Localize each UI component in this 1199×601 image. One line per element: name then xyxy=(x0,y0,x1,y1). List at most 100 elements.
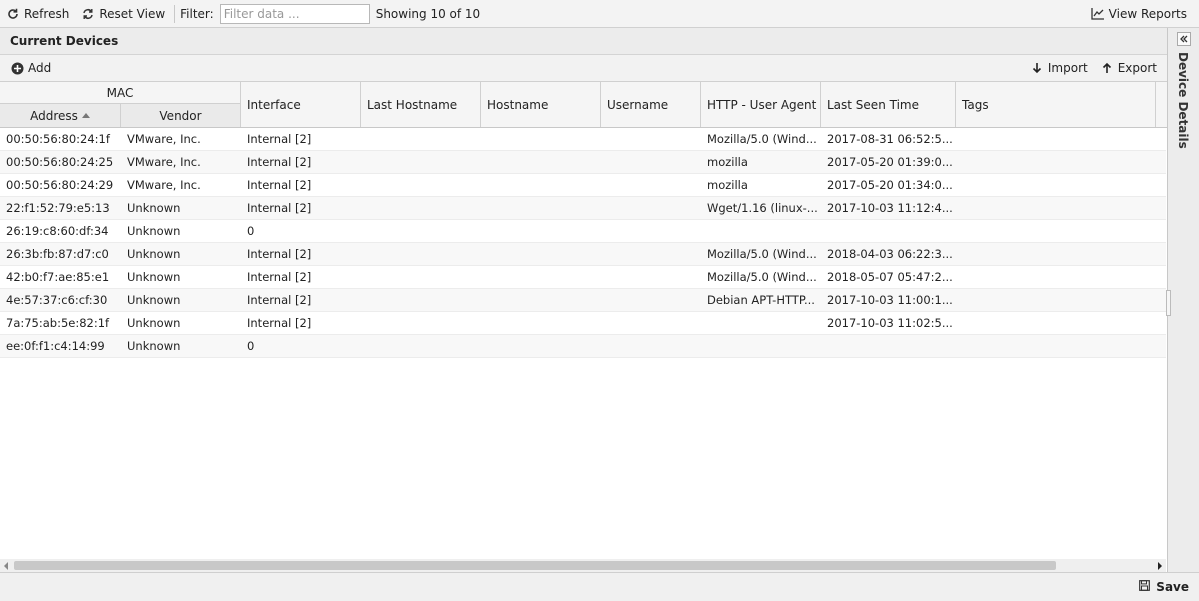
device-details-panel[interactable]: Device Details xyxy=(1166,28,1199,572)
scroll-right-icon[interactable] xyxy=(1158,562,1162,570)
current-devices-panel: Current Devices Add Import Export MAC Ad… xyxy=(0,28,1168,572)
cell-username xyxy=(601,220,701,242)
column-header-last-hostname[interactable]: Last Hostname xyxy=(361,82,481,127)
column-header-username[interactable]: Username xyxy=(601,82,701,127)
table-row[interactable]: 4e:57:37:c6:cf:30 Unknown Internal [2] Debi… xyxy=(0,289,1166,312)
cell-tags xyxy=(956,151,1156,173)
cell-user-agent: Wget/1.16 (linux-... xyxy=(707,201,818,215)
cell-last-seen: 2017-10-03 11:02:5... xyxy=(827,316,953,330)
cell-user-agent: Mozilla/5.0 (Wind... xyxy=(707,270,817,284)
table-row[interactable]: 00:50:56:80:24:1f VMware, Inc. Internal [2… xyxy=(0,128,1166,151)
cell-user-agent: Mozilla/5.0 (Wind... xyxy=(707,247,817,261)
cell-last-seen: 2017-08-31 06:52:5... xyxy=(827,132,953,146)
cell-last-hostname xyxy=(361,197,481,219)
cell-address: 00:50:56:80:24:25 xyxy=(6,155,114,169)
cell-interface: Internal [2] xyxy=(247,247,312,261)
cell-hostname xyxy=(481,174,601,196)
table-row[interactable]: 42:b0:f7:ae:85:e1 Unknown Internal [2] Mozi… xyxy=(0,266,1166,289)
cell-vendor: VMware, Inc. xyxy=(127,155,201,169)
cell-tags xyxy=(956,128,1156,150)
column-header-hostname[interactable]: Hostname xyxy=(481,82,601,127)
cell-interface: Internal [2] xyxy=(247,178,312,192)
add-button[interactable]: Add xyxy=(4,58,57,78)
cell-address: 26:3b:fb:87:d7:c0 xyxy=(6,247,109,261)
double-chevron-left-icon[interactable] xyxy=(1177,32,1191,46)
horizontal-scrollbar[interactable] xyxy=(0,559,1166,572)
cell-address: 00:50:56:80:24:1f xyxy=(6,132,110,146)
cell-hostname xyxy=(481,312,601,334)
cell-vendor: VMware, Inc. xyxy=(127,178,201,192)
panel-resize-handle[interactable] xyxy=(1166,290,1171,316)
cell-username xyxy=(601,128,701,150)
cell-last-hostname xyxy=(361,312,481,334)
cell-interface: Internal [2] xyxy=(247,270,312,284)
scroll-left-icon[interactable] xyxy=(4,562,8,570)
cell-user-agent xyxy=(701,220,821,242)
table-row[interactable]: 00:50:56:80:24:29 VMware, Inc. Internal [2… xyxy=(0,174,1166,197)
view-reports-button[interactable]: View Reports xyxy=(1085,3,1193,25)
table-row[interactable]: 7a:75:ab:5e:82:1f Unknown Internal [2] 2017… xyxy=(0,312,1166,335)
cell-user-agent: Debian APT-HTTP... xyxy=(707,293,815,307)
reset-view-icon xyxy=(81,7,95,21)
table-row[interactable]: 26:19:c8:60:df:34 Unknown 0 xyxy=(0,220,1166,243)
cell-vendor: Unknown xyxy=(127,339,181,353)
column-header-address[interactable]: Address xyxy=(0,104,121,127)
cell-hostname xyxy=(481,243,601,265)
table-row[interactable]: ee:0f:f1:c4:14:99 Unknown 0 xyxy=(0,335,1166,358)
grid-body: 00:50:56:80:24:1f VMware, Inc. Internal [2… xyxy=(0,128,1167,558)
column-header-user-agent[interactable]: HTTP - User Agent xyxy=(701,82,821,127)
cell-user-agent: Mozilla/5.0 (Wind... xyxy=(707,132,817,146)
cell-interface: Internal [2] xyxy=(247,132,312,146)
cell-address: 22:f1:52:79:e5:13 xyxy=(6,201,110,215)
toolbar-separator xyxy=(174,4,176,23)
filter-input[interactable] xyxy=(219,3,370,24)
cell-last-hostname xyxy=(361,335,481,357)
cell-address: 26:19:c8:60:df:34 xyxy=(6,224,109,238)
cell-hostname xyxy=(481,197,601,219)
scrollbar-thumb[interactable] xyxy=(14,561,1056,570)
add-label: Add xyxy=(28,61,52,75)
arrow-up-icon xyxy=(1100,61,1114,75)
cell-address: 7a:75:ab:5e:82:1f xyxy=(6,316,110,330)
column-header-interface[interactable]: Interface xyxy=(241,82,361,127)
refresh-icon xyxy=(6,7,20,21)
import-button[interactable]: Import xyxy=(1024,58,1094,78)
column-header-tags[interactable]: Tags xyxy=(956,82,1156,127)
cell-hostname xyxy=(481,128,601,150)
cell-tags xyxy=(956,312,1156,334)
chart-line-icon xyxy=(1091,7,1105,21)
cell-interface: Internal [2] xyxy=(247,155,312,169)
cell-last-seen: 2018-05-07 05:47:2... xyxy=(827,270,953,284)
table-row[interactable]: 22:f1:52:79:e5:13 Unknown Internal [2] Wget… xyxy=(0,197,1166,220)
cell-user-agent: mozilla xyxy=(707,178,748,192)
reset-view-button[interactable]: Reset View xyxy=(75,3,171,25)
cell-user-agent xyxy=(701,335,821,357)
table-row[interactable]: 26:3b:fb:87:d7:c0 Unknown Internal [2] Mozi… xyxy=(0,243,1166,266)
export-label: Export xyxy=(1117,61,1157,75)
panel-title: Current Devices xyxy=(0,28,1167,55)
table-row[interactable]: 00:50:56:80:24:25 VMware, Inc. Internal [2… xyxy=(0,151,1166,174)
grid-toolbar: Add Import Export xyxy=(0,55,1167,82)
cell-interface: Internal [2] xyxy=(247,293,312,307)
showing-count: Showing 10 of 10 xyxy=(375,6,481,21)
cell-username xyxy=(601,335,701,357)
column-header-last-seen[interactable]: Last Seen Time xyxy=(821,82,956,127)
arrow-down-icon xyxy=(1030,61,1044,75)
column-header-vendor[interactable]: Vendor xyxy=(121,104,241,127)
cell-last-seen: 2017-05-20 01:39:0... xyxy=(827,155,953,169)
cell-tags xyxy=(956,220,1156,242)
export-button[interactable]: Export xyxy=(1094,58,1163,78)
cell-address: 4e:57:37:c6:cf:30 xyxy=(6,293,108,307)
refresh-button[interactable]: Refresh xyxy=(0,3,75,25)
cell-tags xyxy=(956,289,1156,311)
cell-last-hostname xyxy=(361,220,481,242)
cell-last-hostname xyxy=(361,174,481,196)
cell-interface: 0 xyxy=(247,339,255,353)
save-button[interactable]: Save xyxy=(1139,580,1189,594)
cell-last-hostname xyxy=(361,128,481,150)
cell-tags xyxy=(956,335,1156,357)
reset-view-label: Reset View xyxy=(99,6,166,21)
cell-username xyxy=(601,243,701,265)
cell-user-agent: mozilla xyxy=(707,155,748,169)
cell-last-seen: 2017-05-20 01:34:0... xyxy=(827,178,953,192)
